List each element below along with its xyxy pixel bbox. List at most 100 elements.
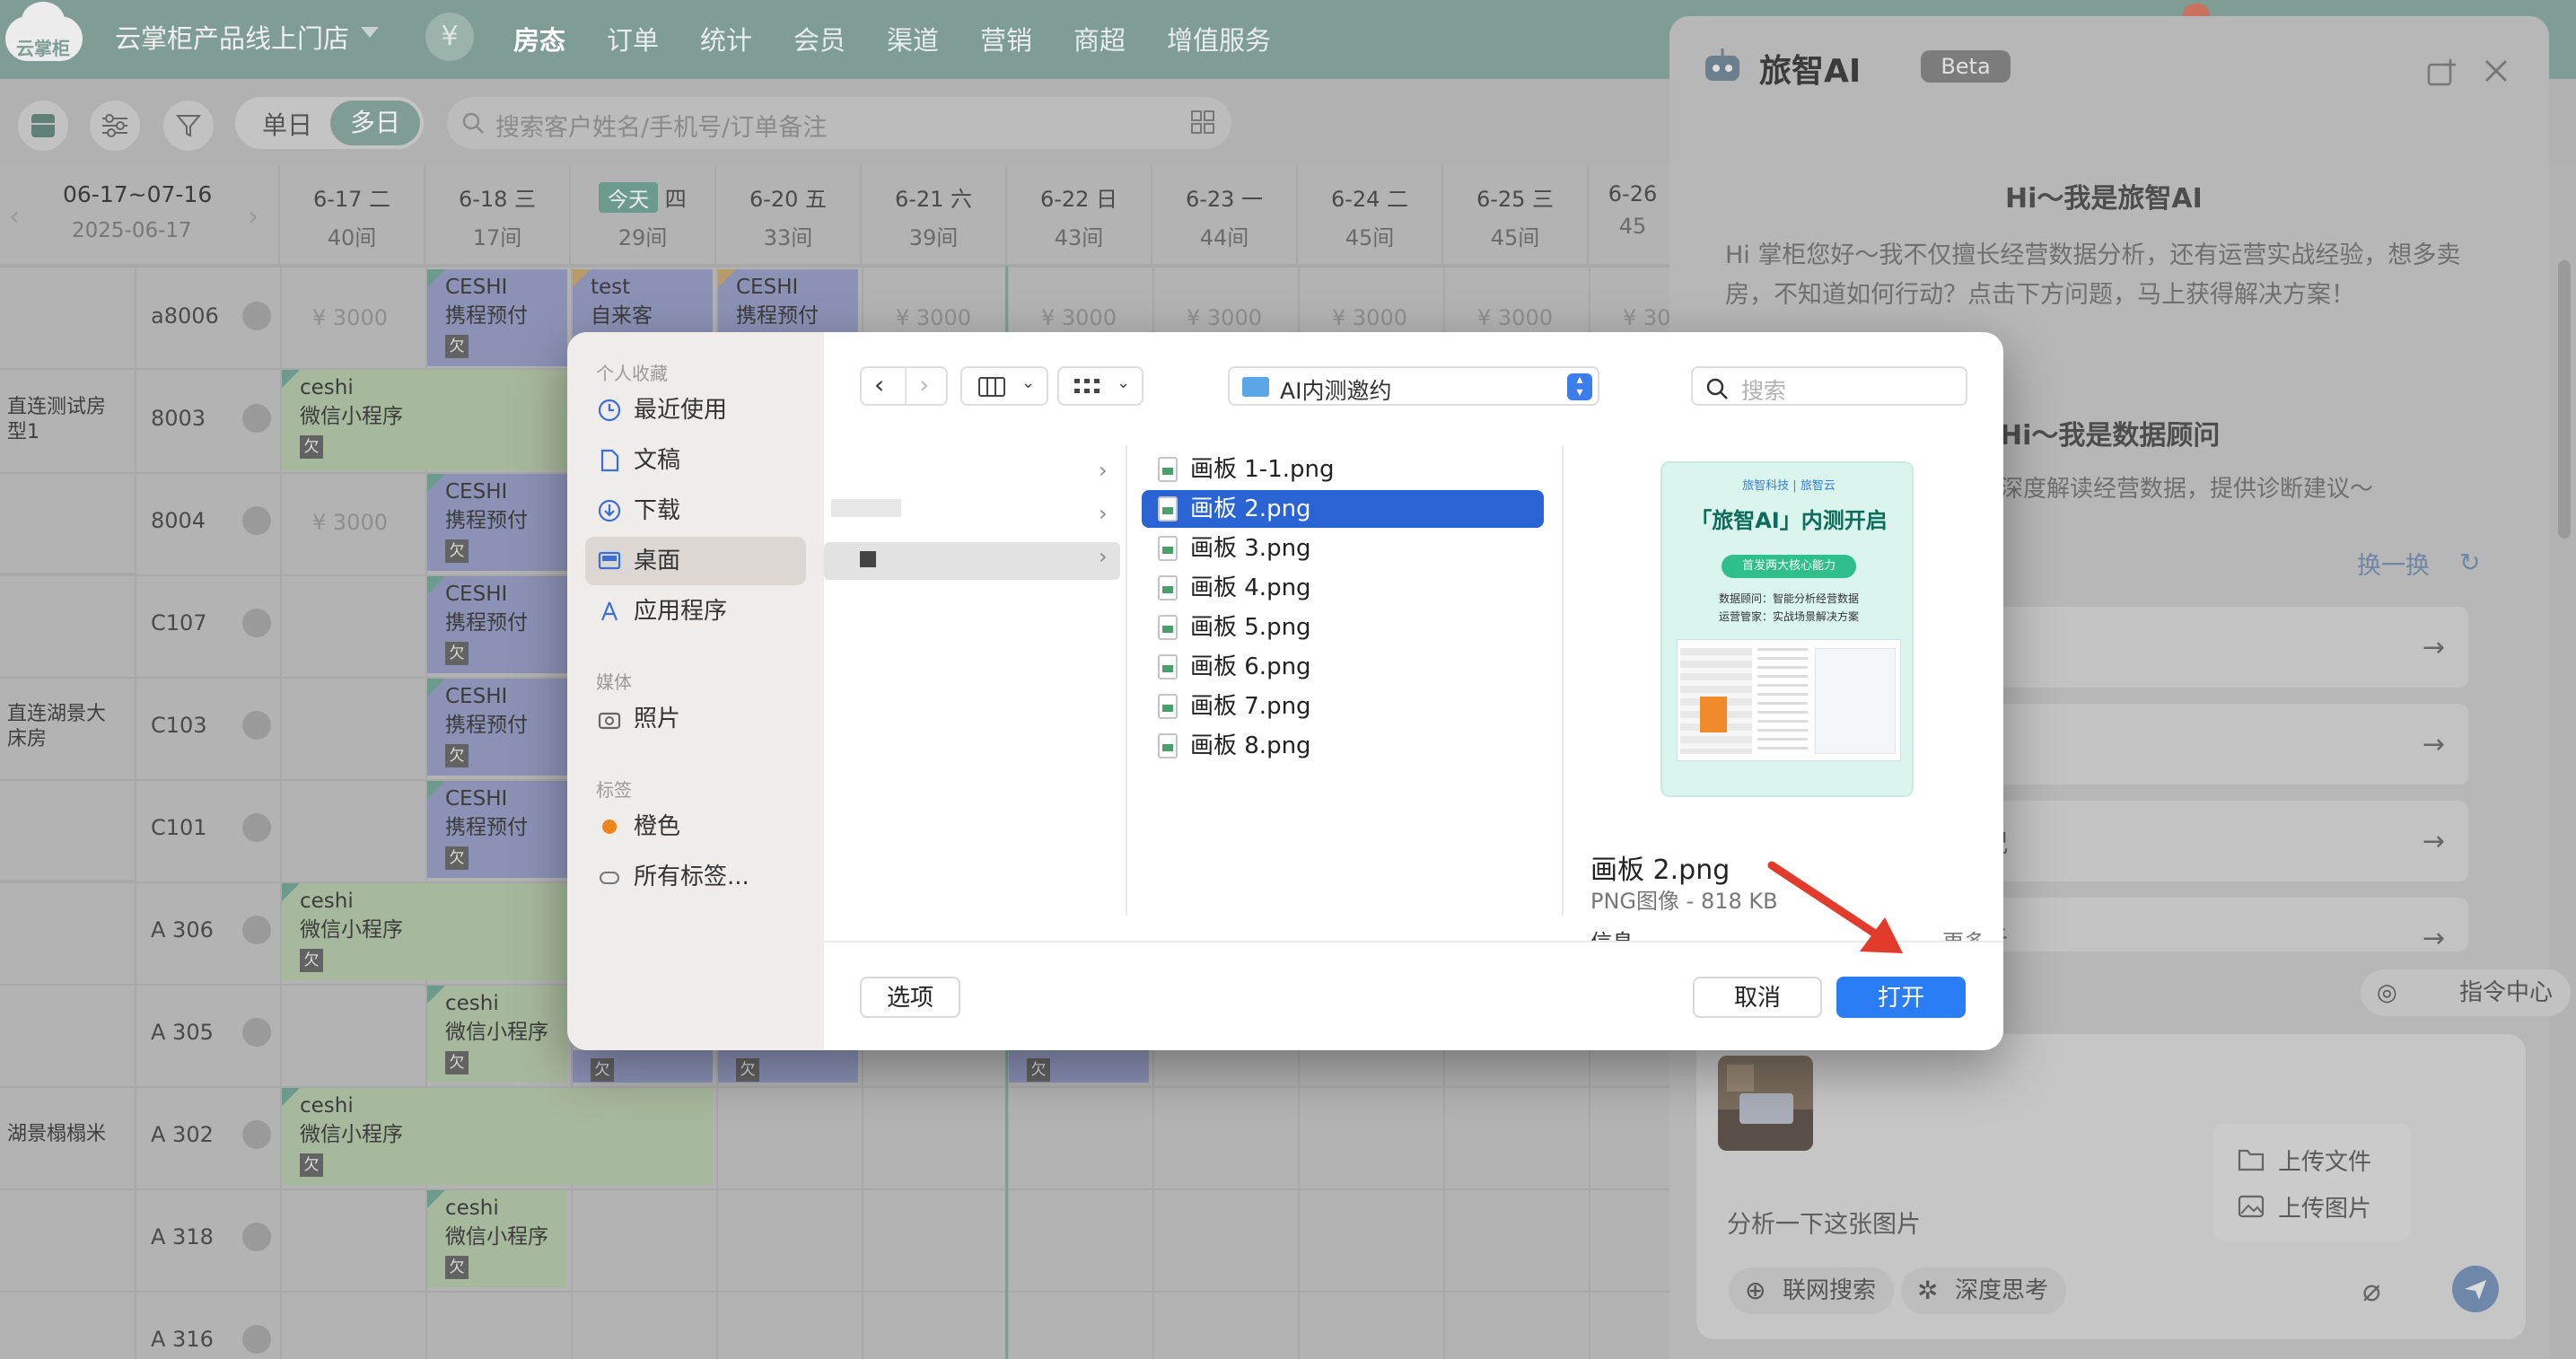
close-panel-icon[interactable] — [2483, 57, 2510, 88]
date-range[interactable]: 06-17~07-16 — [63, 181, 212, 207]
app-logo[interactable]: 云掌柜 — [5, 2, 83, 65]
price-cell[interactable]: ¥ 3000 — [1477, 305, 1553, 330]
room-lock-icon[interactable] — [242, 711, 271, 740]
next-arrow-icon[interactable]: › — [248, 201, 258, 232]
currency-icon[interactable]: ¥ — [425, 13, 474, 61]
open-button[interactable]: 打开 — [1836, 977, 1966, 1018]
single-day-option[interactable]: 单日 — [242, 106, 332, 142]
file-item[interactable]: 画板 3.png — [1142, 530, 1544, 567]
file-item[interactable]: 画板 6.png — [1142, 648, 1544, 686]
back-chevron-icon[interactable]: ‹ — [874, 370, 884, 399]
file-item[interactable]: 画板 1-1.png — [1142, 451, 1544, 488]
file-item[interactable]: 画板 4.png — [1142, 569, 1544, 607]
store-dropdown-icon[interactable] — [361, 27, 379, 38]
nav-marketing[interactable]: 营销 — [980, 20, 1032, 57]
nav-value-added[interactable]: 增值服务 — [1167, 20, 1271, 57]
new-chat-icon[interactable] — [2427, 57, 2458, 90]
booking-block[interactable]: CESHI 携程预付欠 — [427, 679, 567, 776]
search-input[interactable]: 搜索客户姓名/手机号/订单备注 — [447, 97, 1231, 149]
booking-block[interactable]: CESHI 携程预付欠 — [427, 474, 567, 571]
room-lock-icon[interactable] — [242, 1223, 271, 1251]
options-button[interactable]: 选项 — [860, 977, 960, 1018]
nav-room-status[interactable]: 房态 — [513, 20, 565, 57]
booking-block[interactable]: 欠 — [573, 1050, 713, 1083]
day-header[interactable]: 6-22 日 43间 — [1007, 165, 1152, 266]
room-number[interactable]: C101 — [151, 815, 207, 840]
refresh-button[interactable]: 换一换 — [2357, 546, 2430, 581]
nav-market[interactable]: 商超 — [1073, 20, 1126, 57]
forward-chevron-icon[interactable]: › — [919, 370, 929, 399]
command-center-button[interactable]: ◎ 指令中心 — [2361, 969, 2572, 1016]
room-lock-icon[interactable] — [242, 506, 271, 535]
path-popup[interactable]: AI内测邀约 ▴ ▾ — [1228, 366, 1599, 406]
sidebar-item-photos[interactable]: 照片 — [585, 695, 806, 743]
booking-block[interactable]: 欠 — [718, 1050, 858, 1083]
suggested-question[interactable]: 况 → — [1984, 801, 2468, 881]
file-item[interactable]: 画板 7.png — [1142, 688, 1544, 725]
sidebar-item-applications[interactable]: 应用程序 — [585, 587, 806, 636]
upload-file-option[interactable]: 上传文件 — [2278, 1144, 2371, 1177]
group-view-button[interactable]: ⌄ — [1057, 366, 1143, 406]
store-name[interactable]: 云掌柜产品线上门店 — [115, 18, 349, 56]
nav-back-forward[interactable]: ‹ › — [860, 366, 948, 406]
room-number[interactable]: 8004 — [151, 508, 206, 533]
suggested-question[interactable]: → — [1984, 607, 2468, 688]
price-cell[interactable]: ¥ 3000 — [1041, 305, 1117, 330]
day-header[interactable]: 6-26 45 — [1589, 165, 1678, 266]
room-number[interactable]: C107 — [151, 610, 207, 636]
sidebar-item-desktop[interactable]: 桌面 — [585, 537, 806, 585]
room-lock-icon[interactable] — [242, 609, 271, 637]
booking-block[interactable]: ceshi 微信小程序欠 — [427, 1190, 567, 1287]
room-number[interactable]: A 305 — [151, 1020, 214, 1045]
scrollbar[interactable] — [2558, 260, 2571, 539]
settings-sliders-icon[interactable] — [90, 101, 140, 151]
booking-block[interactable]: CESHI 携程预付欠 — [427, 576, 567, 673]
cancel-button[interactable]: 取消 — [1693, 977, 1822, 1018]
booking-block[interactable]: ceshi 微信小程序欠 — [282, 883, 567, 980]
room-lock-icon[interactable] — [242, 1325, 271, 1354]
file-item[interactable]: 画板 8.png — [1142, 727, 1544, 765]
booking-block[interactable]: ceshi 微信小程序欠 — [427, 986, 567, 1083]
grid-view-icon[interactable] — [18, 101, 68, 151]
nav-channels[interactable]: 渠道 — [887, 20, 939, 57]
refresh-icon[interactable]: ↻ — [2459, 548, 2480, 577]
prev-arrow-icon[interactable]: ‹ — [9, 201, 20, 232]
multi-day-option[interactable]: 多日 — [330, 101, 420, 145]
chat-input-text[interactable]: 分析一下这张图片 — [1727, 1205, 1921, 1240]
qr-scan-icon[interactable] — [1190, 110, 1215, 138]
upload-image-option[interactable]: 上传图片 — [2278, 1190, 2371, 1223]
preview-more-link[interactable]: 更多 — [1942, 925, 1985, 941]
day-header[interactable]: 6-23 一 44间 — [1152, 165, 1298, 266]
room-number[interactable]: A 306 — [151, 917, 214, 943]
attachment-icon[interactable]: ⌀ — [2362, 1273, 2380, 1309]
sidebar-tag-orange[interactable]: 橙色 — [585, 802, 806, 851]
room-number[interactable]: 8003 — [151, 406, 206, 431]
room-lock-icon[interactable] — [242, 813, 271, 842]
filter-icon[interactable] — [163, 101, 214, 151]
booking-block[interactable]: 欠 — [1009, 1050, 1149, 1083]
room-number[interactable]: A 302 — [151, 1122, 214, 1147]
booking-block[interactable]: ceshi 微信小程序欠 — [282, 1088, 713, 1185]
day-header-today[interactable]: 今天 四 29间 — [571, 165, 716, 266]
price-cell[interactable]: ¥ 3000 — [1187, 305, 1262, 330]
day-header[interactable]: 6-21 六 39间 — [862, 165, 1007, 266]
room-lock-icon[interactable] — [242, 916, 271, 944]
sidebar-item-downloads[interactable]: 下载 — [585, 487, 806, 535]
room-lock-icon[interactable] — [242, 302, 271, 330]
sidebar-item-documents[interactable]: 文稿 — [585, 436, 806, 485]
file-item-selected[interactable]: 画板 2.png — [1142, 490, 1544, 528]
sidebar-all-tags[interactable]: 所有标签... — [585, 853, 806, 901]
booking-block[interactable]: CESHI 携程预付欠 — [427, 269, 567, 366]
booking-block[interactable]: ceshi 微信小程序欠 — [282, 370, 567, 470]
day-header[interactable]: 6-20 五 33间 — [716, 165, 862, 266]
day-header[interactable]: 6-24 二 45间 — [1298, 165, 1443, 266]
price-cell[interactable]: ¥ 3000 — [896, 305, 971, 330]
room-number[interactable]: C103 — [151, 713, 207, 738]
sidebar-item-recents[interactable]: 最近使用 — [585, 386, 806, 434]
room-number[interactable]: A 318 — [151, 1224, 214, 1249]
file-item[interactable]: 画板 5.png — [1142, 609, 1544, 646]
room-lock-icon[interactable] — [242, 404, 271, 433]
suggested-question[interactable]: 析 → — [1984, 898, 2468, 955]
day-header[interactable]: 6-18 三 17间 — [425, 165, 571, 266]
day-header[interactable]: 6-17 二 40间 — [280, 165, 425, 266]
